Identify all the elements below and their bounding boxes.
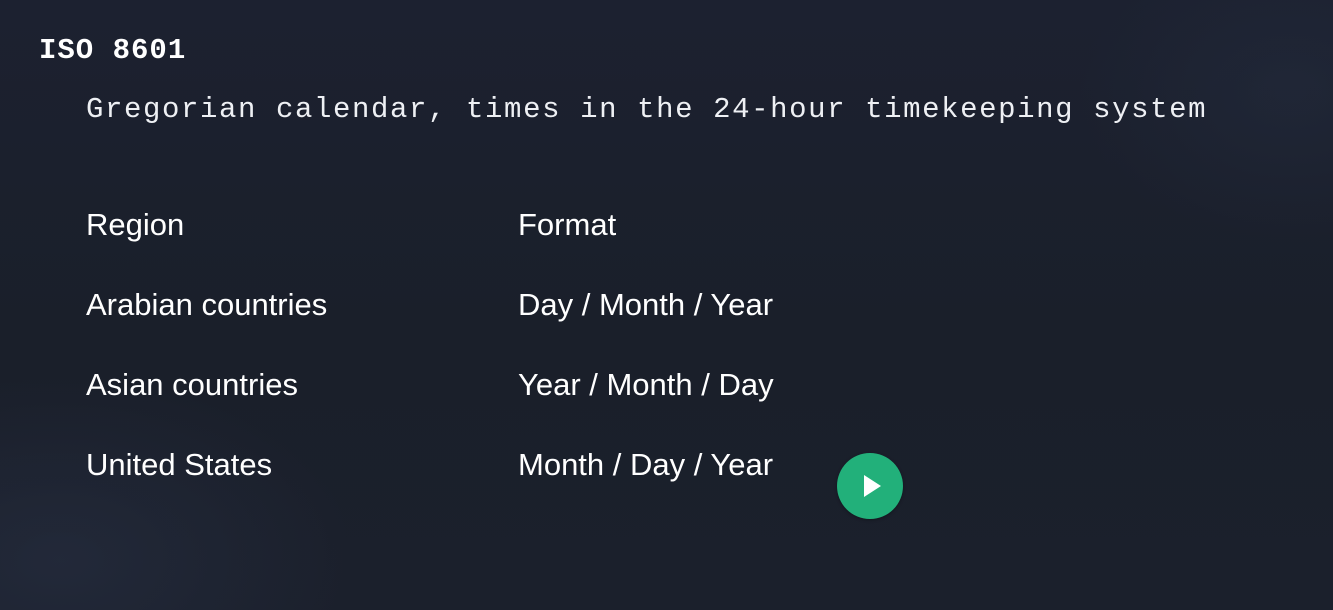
region-cell: Arabian countries [86,287,328,322]
format-cell: Year / Month / Day [518,367,774,402]
slide-subtitle: Gregorian calendar, times in the 24-hour… [86,93,1208,126]
column-header-format: Format [518,207,617,242]
slide: ISO 8601 Gregorian calendar, times in th… [0,0,1333,610]
format-cell: Month / Day / Year [518,447,774,482]
region-cell: United States [86,447,273,482]
play-button[interactable] [837,453,903,519]
region-cell: Asian countries [86,367,298,402]
format-cell: Day / Month / Year [518,287,774,322]
play-icon [864,475,881,497]
column-header-region: Region [86,207,185,242]
slide-title: ISO 8601 [39,34,187,67]
